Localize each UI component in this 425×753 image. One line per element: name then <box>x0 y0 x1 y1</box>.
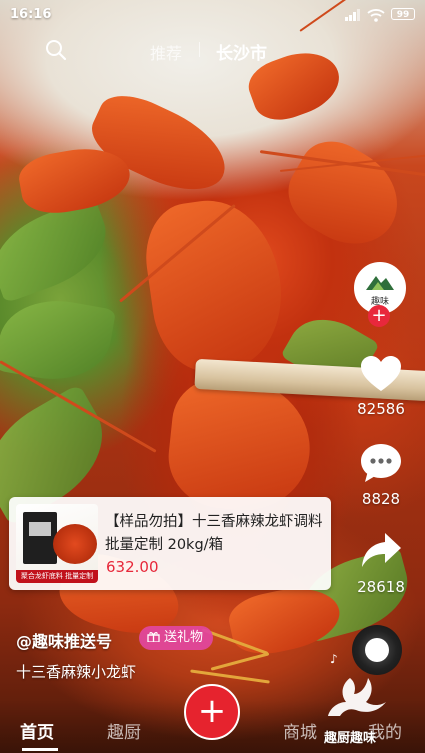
gift-icon <box>147 627 160 643</box>
send-gift-label: 送礼物 <box>164 630 204 645</box>
product-title: 【样品勿拍】十三香麻辣龙虾调料 批量定制 20kg/箱 <box>105 514 323 553</box>
share-button[interactable]: 28618 <box>353 530 409 596</box>
comment-button[interactable]: 8828 <box>353 442 409 508</box>
music-disc-icon[interactable] <box>352 625 402 675</box>
like-count: 82586 <box>357 400 405 418</box>
tab-divider <box>199 42 200 57</box>
watermark-text: 趣厨趣味 <box>324 731 377 746</box>
tab-recommend[interactable]: 推荐 <box>150 40 182 64</box>
plus-icon: + <box>197 691 227 731</box>
share-icon <box>359 533 403 576</box>
product-price: 632.00 <box>106 558 159 576</box>
status-time: 16:16 <box>10 7 52 22</box>
nav-kitchen[interactable]: 趣厨 <box>107 718 141 743</box>
music-note-icon: ♪ <box>330 652 338 666</box>
signal-icon <box>345 9 361 21</box>
create-post-button[interactable]: + <box>184 684 240 740</box>
product-thumbnail: 聚合龙虾底料 批量定制 <box>16 504 98 583</box>
send-gift-button[interactable]: 送礼物 <box>139 626 214 650</box>
watermark-logo-icon <box>328 678 386 716</box>
product-thumb-caption: 聚合龙虾底料 批量定制 <box>16 570 98 583</box>
top-nav: 推荐 长沙市 <box>0 36 425 64</box>
tab-city[interactable]: 长沙市 <box>216 39 267 64</box>
video-caption: 十三香麻辣小龙虾 <box>16 663 137 681</box>
nav-mall[interactable]: 商城 <box>283 718 317 743</box>
comment-icon <box>359 444 403 488</box>
heart-icon <box>359 356 403 398</box>
status-bar: 16:16 99 <box>0 0 425 30</box>
product-card[interactable]: 聚合龙虾底料 批量定制 【样品勿拍】十三香麻辣龙虾调料 批量定制 20kg/箱 … <box>9 497 331 590</box>
battery-icon: 99 <box>391 8 415 20</box>
like-button[interactable]: 82586 <box>353 354 409 418</box>
nav-home[interactable]: 首页 <box>20 718 54 743</box>
author-name[interactable]: @趣味推送号 <box>16 628 112 652</box>
follow-button[interactable]: + <box>368 305 390 327</box>
nav-active-indicator <box>22 748 58 751</box>
app-watermark: 趣厨趣味 <box>320 672 396 746</box>
wifi-icon <box>367 7 385 22</box>
search-icon[interactable] <box>44 38 68 62</box>
share-count: 28618 <box>357 578 405 596</box>
comment-count: 8828 <box>361 490 401 508</box>
